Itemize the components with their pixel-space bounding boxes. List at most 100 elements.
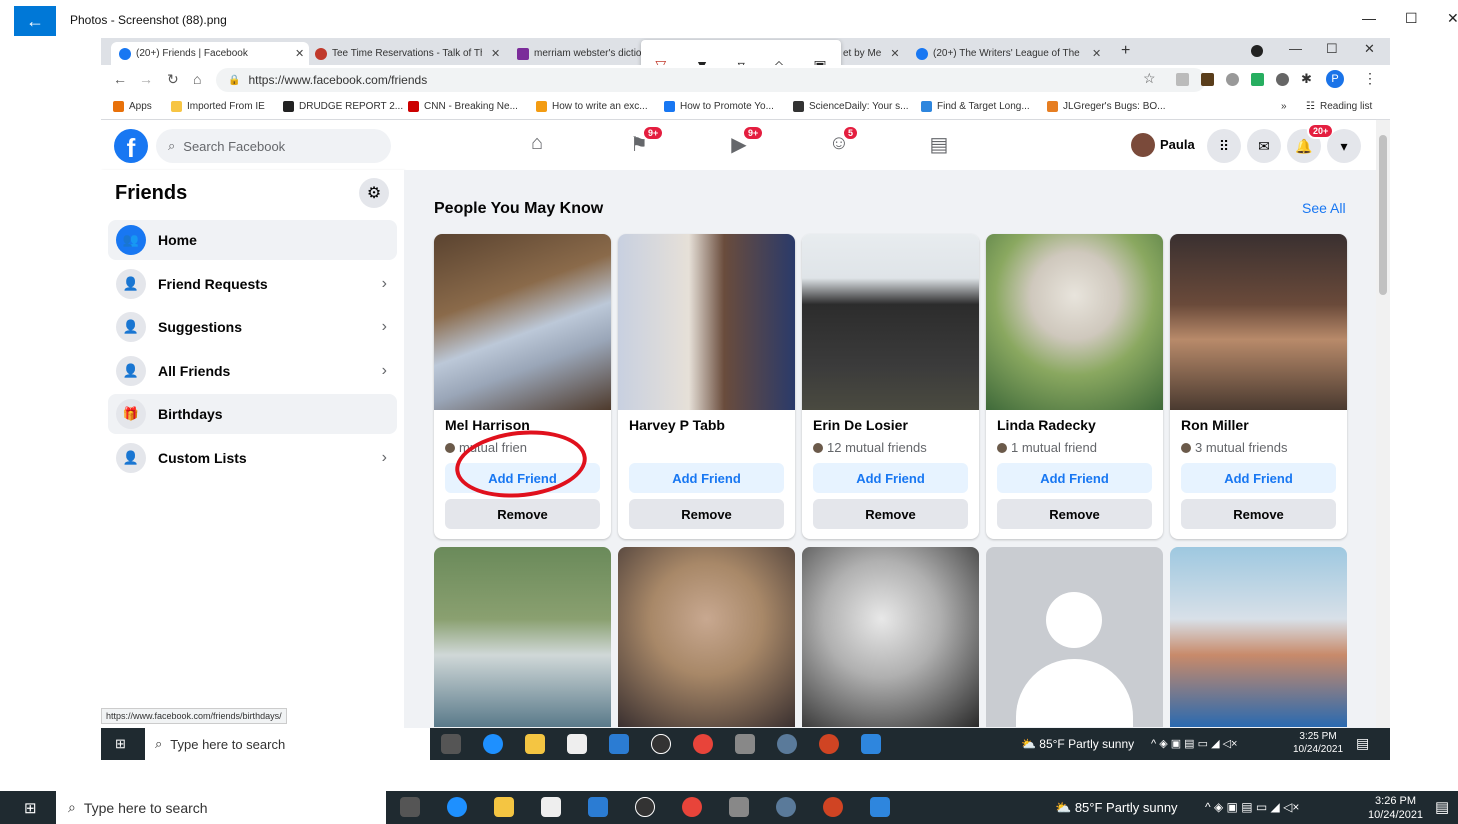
extension-k-icon[interactable]	[1201, 73, 1214, 86]
checkmark-extension-icon[interactable]	[1251, 73, 1264, 86]
person-card[interactable]	[434, 547, 611, 727]
task-view-icon[interactable]	[441, 734, 461, 754]
profile-avatar[interactable]: P	[1326, 70, 1344, 88]
bookmark-apps[interactable]: Apps	[113, 101, 152, 112]
sidebar-item-custom-lists[interactable]: 👤 Custom Lists ›	[108, 438, 397, 478]
new-tab-icon[interactable]: +	[1121, 42, 1130, 60]
bookmark-cnn[interactable]: CNN - Breaking Ne...	[408, 101, 518, 112]
calculator-icon[interactable]	[735, 734, 755, 754]
person-card[interactable]	[1170, 547, 1347, 727]
more-bookmarks-icon[interactable]: »	[1281, 101, 1287, 112]
mutual-friends[interactable]: 12 mutual friends	[813, 440, 927, 455]
reload-icon[interactable]: ↻	[167, 71, 179, 88]
puzzle-icon[interactable]: ✱	[1301, 71, 1312, 87]
windows-start-icon[interactable]: ⊞	[115, 736, 126, 752]
extension-icon[interactable]	[1226, 73, 1239, 86]
menu-grid-icon[interactable]: ⠿	[1207, 129, 1241, 163]
sidebar-item-home[interactable]: 👥 Home	[108, 220, 397, 260]
store-icon[interactable]	[567, 734, 587, 754]
address-bar[interactable]: 🔒 https://www.facebook.com/friends	[216, 68, 1206, 92]
mutual-friends[interactable]: 3 mutual friends	[1181, 440, 1288, 455]
taskbar-search-input[interactable]: ⌕ Type here to search	[145, 728, 430, 760]
bookmark-find-target[interactable]: Find & Target Long...	[921, 101, 1030, 112]
file-explorer-icon[interactable]	[494, 797, 514, 817]
photos-icon[interactable]	[870, 797, 890, 817]
profile-photo[interactable]	[618, 234, 795, 410]
weather[interactable]: ⛅ 85°F Partly sunny	[1055, 800, 1178, 816]
calculator-icon[interactable]	[729, 797, 749, 817]
store-icon[interactable]	[541, 797, 561, 817]
close-tab-icon[interactable]: ✕	[295, 47, 304, 60]
taskbar-search-input[interactable]: ⌕ Type here to search	[56, 791, 386, 824]
photos-icon[interactable]	[861, 734, 881, 754]
edge-icon[interactable]	[483, 734, 503, 754]
edge-icon[interactable]	[447, 797, 467, 817]
bookmark-star-icon[interactable]: ☆	[1143, 70, 1156, 87]
sidebar-item-birthdays[interactable]: 🎁 Birthdays	[108, 394, 397, 434]
profile-name[interactable]: Paula	[1160, 137, 1195, 152]
remove-button[interactable]: Remove	[813, 499, 968, 529]
clock[interactable]: 3:25 PM 10/24/2021	[1293, 730, 1343, 756]
messenger-icon[interactable]: ✉	[1247, 129, 1281, 163]
powerpoint-icon[interactable]	[823, 797, 843, 817]
tab-tee-time[interactable]: Tee Time Reservations - Talk of Th ✕	[315, 42, 505, 65]
notifications-icon[interactable]: ▤	[1356, 735, 1369, 752]
close-icon[interactable]: ✕	[1447, 10, 1458, 27]
remove-button[interactable]: Remove	[997, 499, 1152, 529]
task-view-icon[interactable]	[400, 797, 420, 817]
profile-photo[interactable]	[1170, 234, 1347, 410]
tab-merriam[interactable]: merriam webster's dictio	[517, 42, 647, 65]
gear-icon[interactable]: ⚙	[359, 178, 389, 208]
system-tray-icons[interactable]: ^ ◈ ▣ ▤ ▭ ◢ ◁×	[1205, 800, 1299, 814]
extension-icon[interactable]	[1276, 73, 1289, 86]
forward-icon[interactable]: →	[139, 71, 153, 87]
close-tab-icon[interactable]: ✕	[491, 47, 500, 60]
back-icon[interactable]: ←	[113, 71, 127, 87]
scrollbar[interactable]	[1376, 120, 1390, 730]
home-icon[interactable]: ⌂	[193, 71, 201, 87]
bookmark-howto[interactable]: How to write an exc...	[536, 101, 648, 112]
person-card[interactable]	[802, 547, 979, 727]
mail-icon[interactable]	[588, 797, 608, 817]
search-input[interactable]: ⌕ Search Facebook	[156, 129, 391, 163]
powerpoint-icon[interactable]	[819, 734, 839, 754]
person-card[interactable]	[618, 547, 795, 727]
bookmark-folder[interactable]: Imported From IE	[171, 101, 265, 112]
app-icon[interactable]	[777, 734, 797, 754]
home-icon[interactable]: ⌂	[524, 132, 550, 158]
bookmark-promote[interactable]: How to Promote Yo...	[664, 101, 774, 112]
back-arrow-icon[interactable]: ←	[14, 6, 56, 36]
facebook-logo[interactable]: f	[114, 129, 148, 163]
tab-search-icon[interactable]	[1251, 45, 1263, 57]
profile-photo[interactable]	[1170, 547, 1347, 727]
close-icon[interactable]: ✕	[1364, 41, 1375, 57]
default-avatar-icon[interactable]	[986, 547, 1163, 727]
remove-button[interactable]: Remove	[629, 499, 784, 529]
avatar[interactable]	[1131, 133, 1155, 157]
dell-icon[interactable]	[651, 734, 671, 754]
remove-button[interactable]: Remove	[1181, 499, 1336, 529]
windows-start-icon[interactable]: ⊞	[24, 799, 37, 817]
weather[interactable]: ⛅ 85°F Partly sunny	[1021, 737, 1134, 751]
chrome-icon[interactable]	[693, 734, 713, 754]
bookmark-sciencedaily[interactable]: ScienceDaily: Your s...	[793, 101, 909, 112]
profile-photo[interactable]	[986, 234, 1163, 410]
app-icon[interactable]	[776, 797, 796, 817]
add-friend-button[interactable]: Add Friend	[1181, 463, 1336, 493]
profile-photo[interactable]	[618, 547, 795, 727]
minimize-icon[interactable]: —	[1289, 41, 1302, 56]
profile-photo[interactable]	[434, 234, 611, 410]
person-card[interactable]	[986, 547, 1163, 727]
remove-button[interactable]: Remove	[445, 499, 600, 529]
person-name[interactable]: Harvey P Tabb	[629, 417, 725, 433]
chrome-icon[interactable]	[682, 797, 702, 817]
add-friend-button[interactable]: Add Friend	[813, 463, 968, 493]
scrollbar-thumb[interactable]	[1379, 135, 1387, 295]
see-all-link[interactable]: See All	[1302, 200, 1346, 216]
tab-facebook-friends[interactable]: (20+) Friends | Facebook ✕	[111, 42, 309, 65]
mutual-friends[interactable]: 1 mutual friend	[997, 440, 1097, 455]
system-tray-icons[interactable]: ^ ◈ ▣ ▤ ▭ ◢ ◁×	[1151, 737, 1237, 750]
mail-icon[interactable]	[609, 734, 629, 754]
profile-photo[interactable]	[802, 547, 979, 727]
profile-photo[interactable]	[434, 547, 611, 727]
